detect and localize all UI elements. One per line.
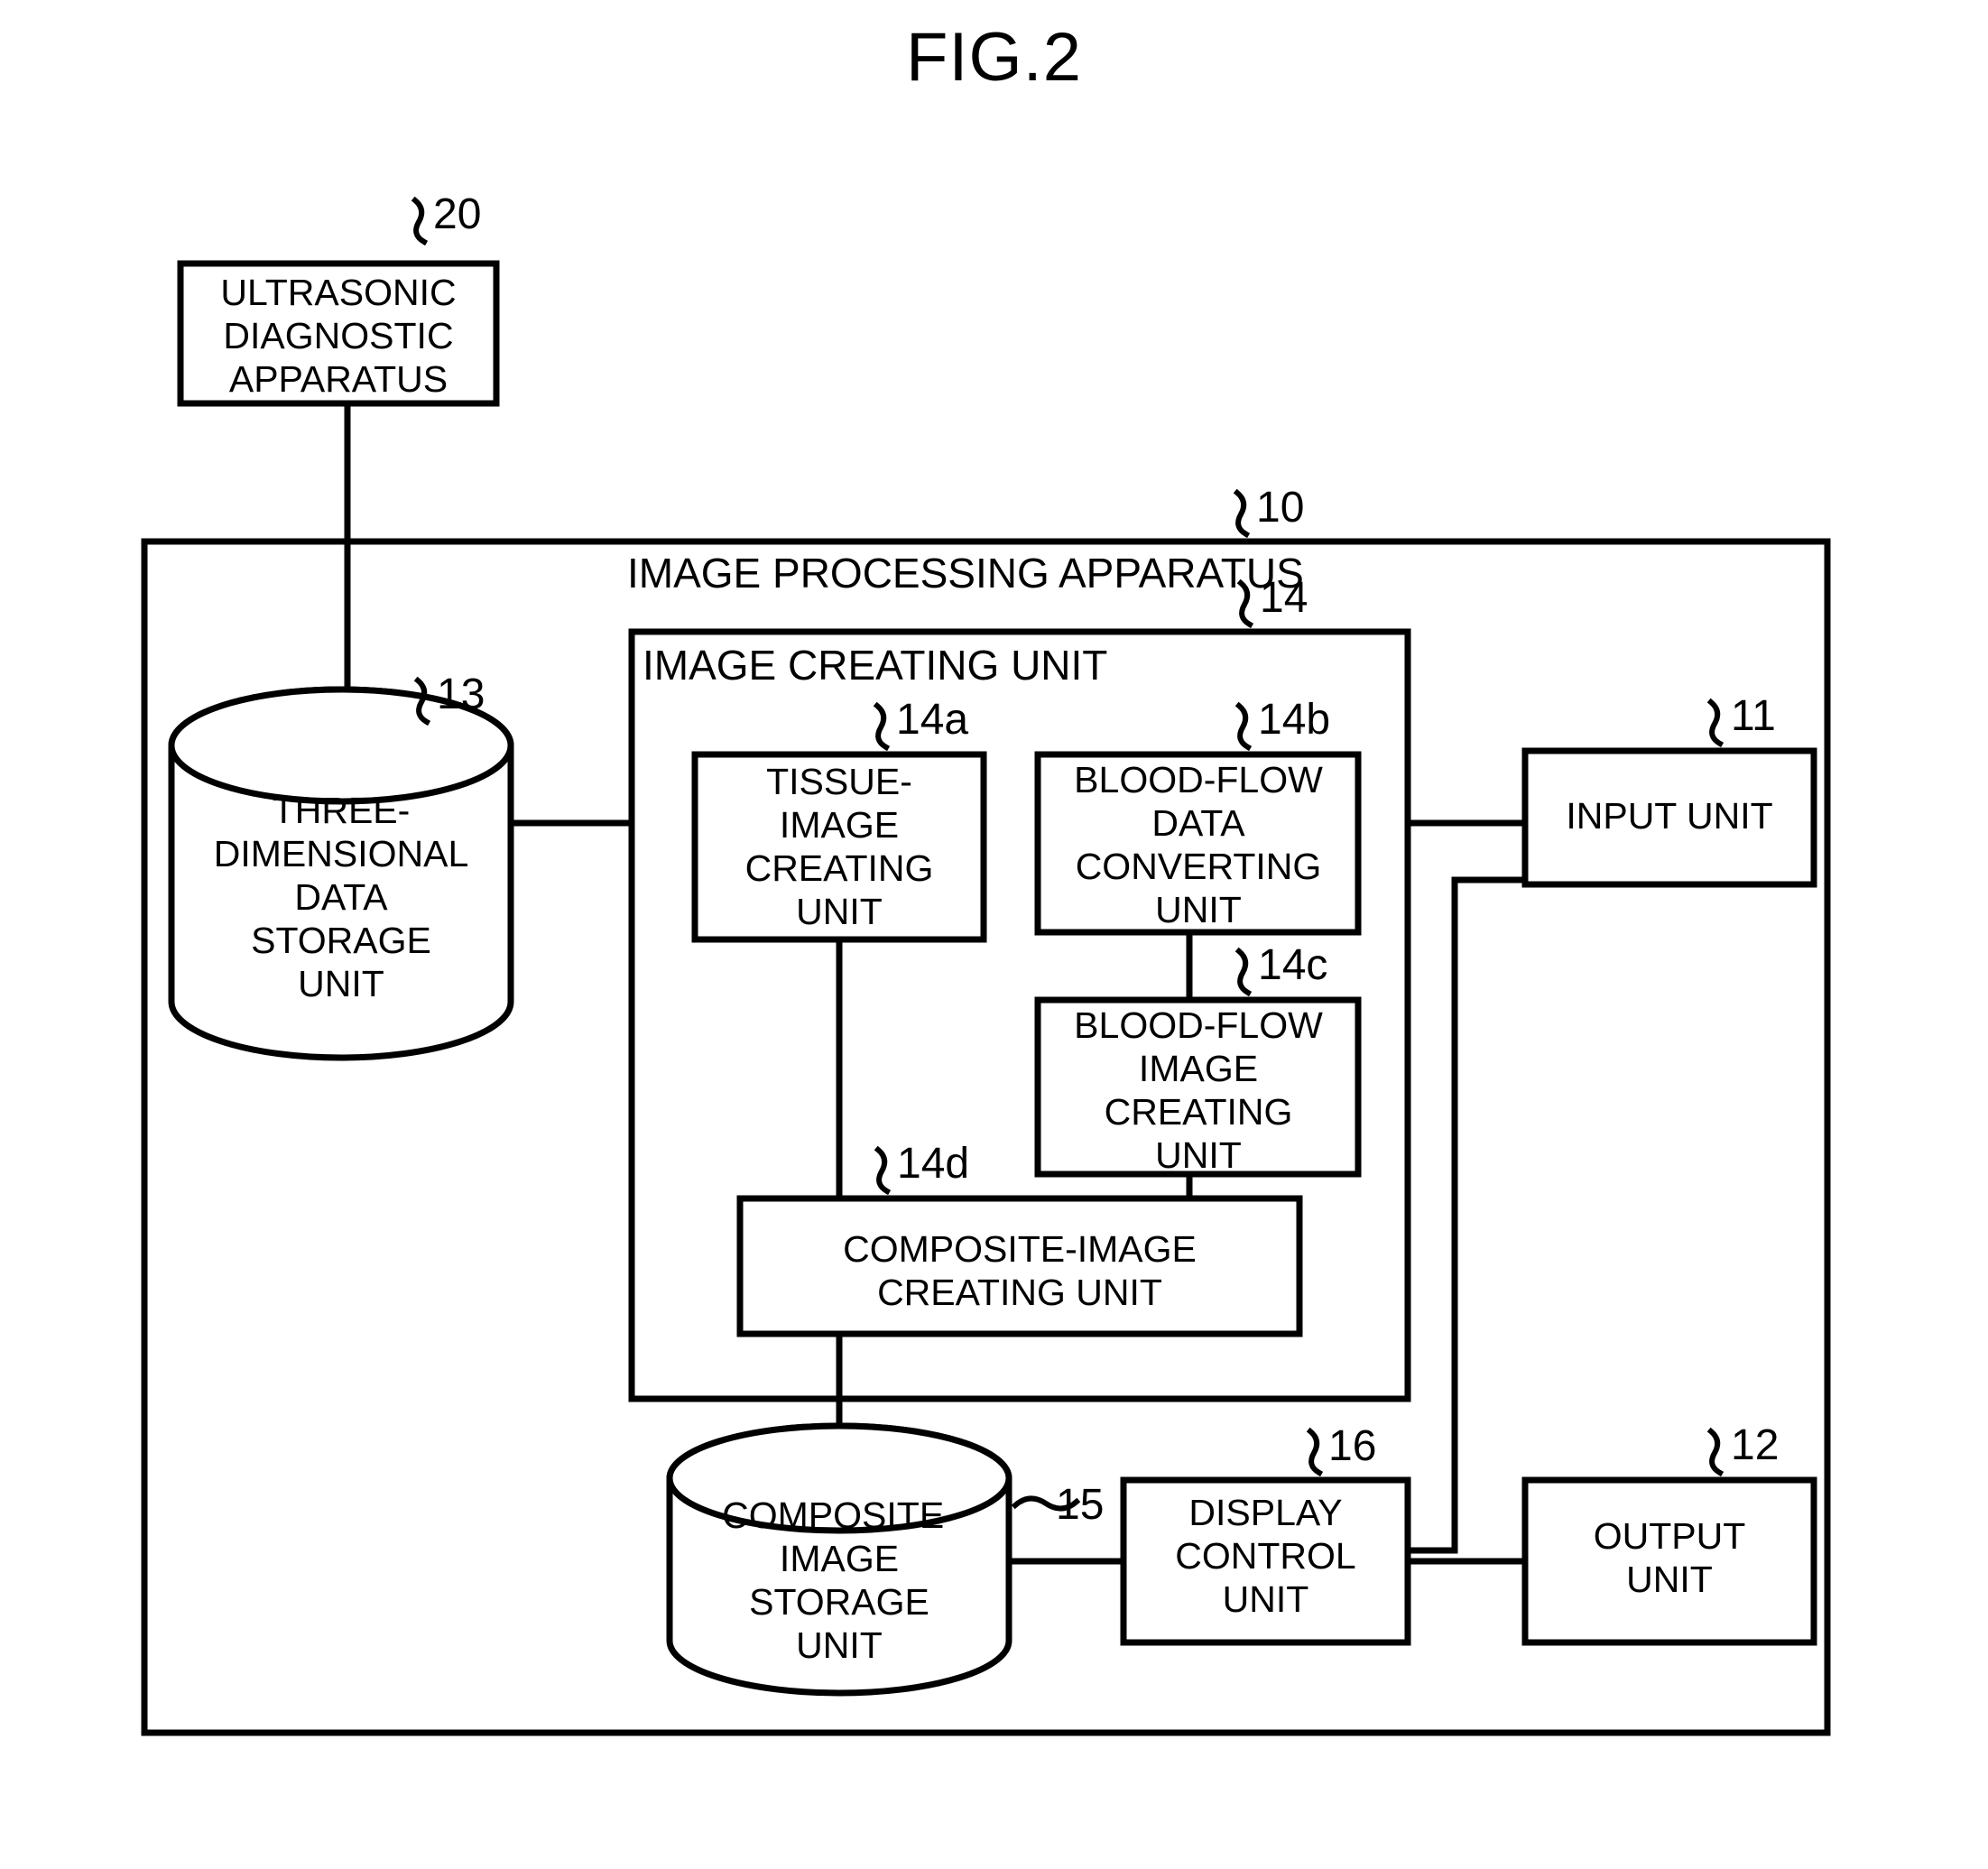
blood-flow-data-converting-unit-box — [1034, 751, 1362, 936]
ref-number-14c: 14c — [1258, 941, 1328, 989]
connector-input-to-display-control — [1404, 876, 1529, 1554]
ref-number-16: 16 — [1328, 1422, 1377, 1470]
leader-hook-20 — [411, 196, 429, 246]
three-dimensional-data-storage-cylinder — [168, 686, 514, 1061]
leader-hook-12 — [1706, 1427, 1724, 1477]
blood-flow-image-creating-unit-box — [1034, 996, 1362, 1178]
ref-number-11: 11 — [1731, 692, 1776, 740]
ref-number-14b: 14b — [1258, 696, 1331, 744]
ref-number-20: 20 — [433, 190, 482, 238]
image-processing-apparatus-label: IMAGE PROCESSING APPARATUS — [627, 550, 1304, 597]
ref-number-12: 12 — [1731, 1421, 1780, 1469]
tissue-image-creating-unit-box — [691, 751, 987, 943]
leader-hook-10 — [1233, 488, 1251, 539]
leader-hook-16 — [1306, 1427, 1324, 1477]
input-unit-box — [1521, 747, 1817, 888]
ultrasonic-diagnostic-apparatus-box — [177, 260, 500, 407]
ref-number-14d: 14d — [897, 1140, 970, 1188]
leader-hook-11 — [1706, 698, 1724, 748]
leader-hook-14b — [1234, 701, 1253, 752]
figure-canvas: FIG.2 ULTRASONIC DIAGNOSTIC APPARATUS 20… — [0, 0, 1988, 1869]
image-creating-unit-label: IMAGE CREATING UNIT — [643, 642, 1108, 689]
ref-number-14: 14 — [1260, 574, 1308, 622]
ref-number-13: 13 — [437, 671, 485, 718]
leader-hook-14c — [1234, 947, 1253, 997]
composite-image-storage-cylinder — [666, 1422, 1012, 1697]
display-control-unit-box — [1120, 1476, 1411, 1646]
leader-hook-14d — [874, 1145, 892, 1196]
ref-number-14a: 14a — [896, 696, 969, 744]
composite-image-creating-unit-box — [736, 1195, 1303, 1337]
leader-hook-14a — [873, 701, 891, 752]
output-unit-box — [1521, 1476, 1817, 1646]
diagram-svg — [141, 196, 1831, 1736]
ref-number-10: 10 — [1256, 484, 1305, 532]
ref-number-15: 15 — [1056, 1481, 1105, 1529]
